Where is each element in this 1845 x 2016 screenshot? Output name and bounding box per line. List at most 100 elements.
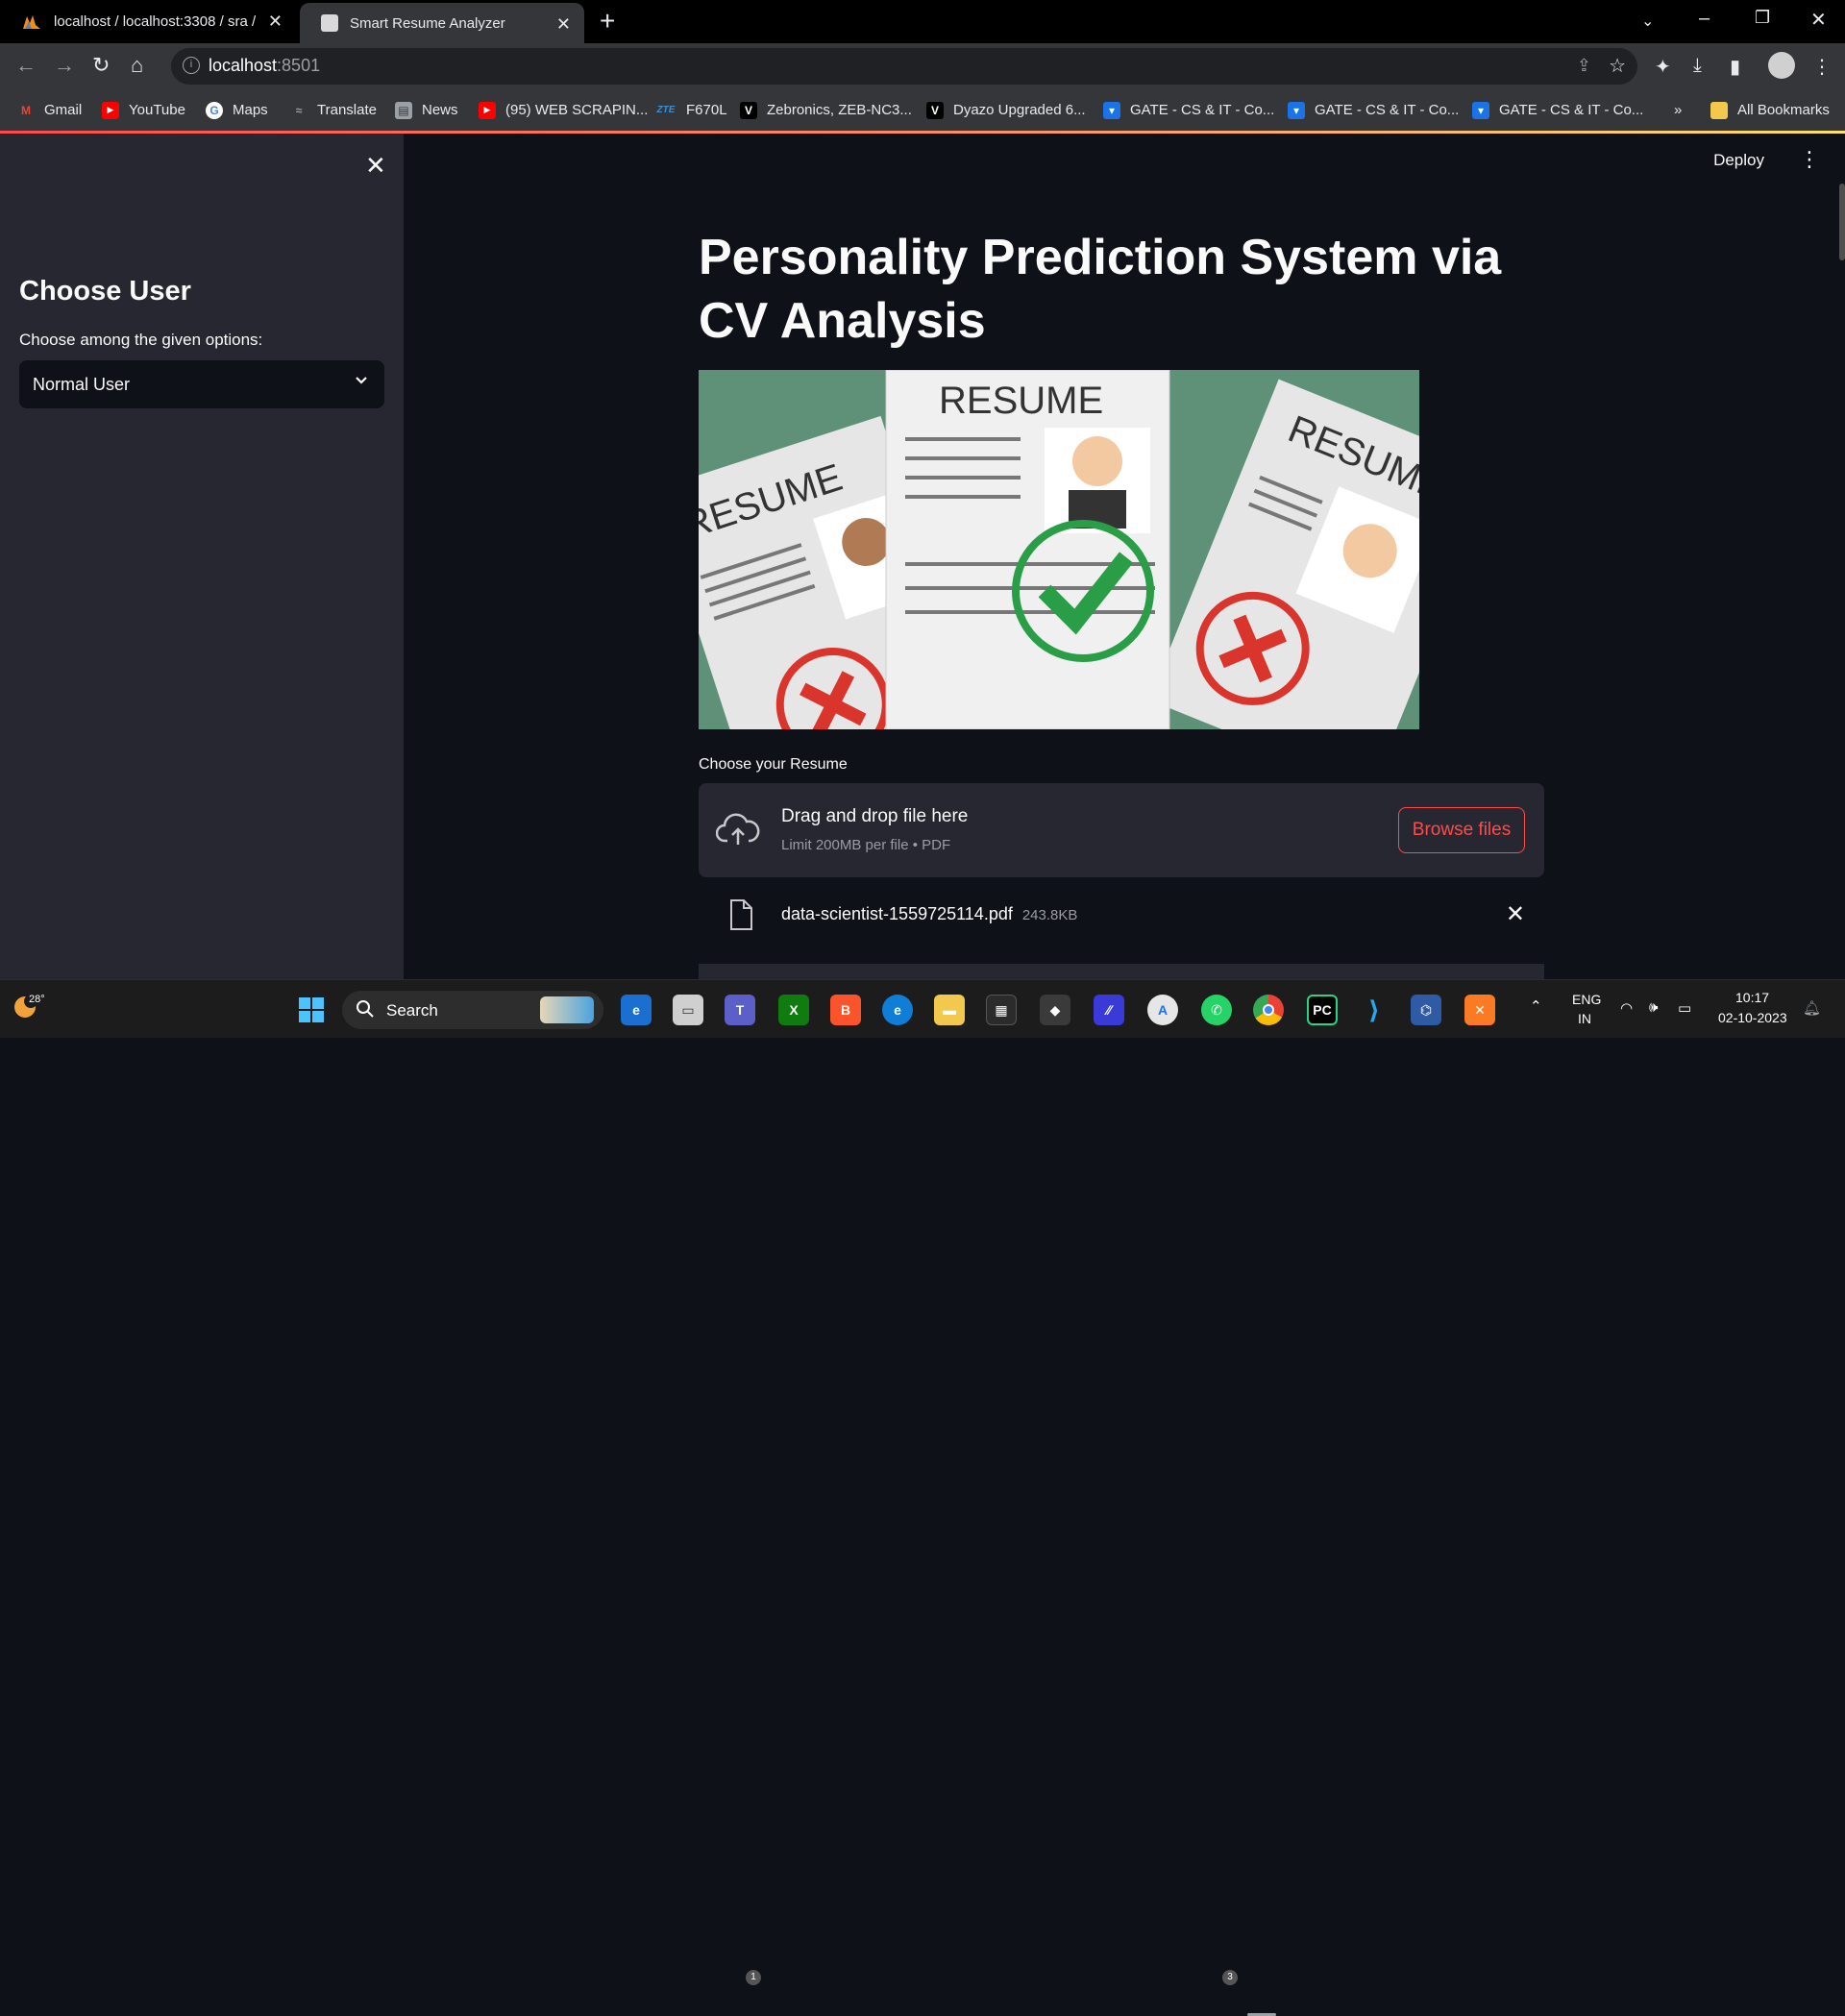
tab-smart-resume-analyzer[interactable]: Smart Resume Analyzer ✕: [300, 3, 584, 43]
clock-date[interactable]: 02-10-2023: [1718, 1010, 1787, 1025]
select-value: Normal User: [33, 375, 131, 394]
sidebar-title: Choose User: [19, 276, 191, 307]
wifi-icon[interactable]: ◠: [1620, 999, 1633, 1017]
bookmark-item[interactable]: ▾ GATE - CS & IT - Co...: [1288, 89, 1459, 131]
close-sidebar-icon[interactable]: ✕: [365, 151, 386, 181]
v-icon: V: [926, 101, 944, 119]
resume-banner-image: RESUME RESUME RESUME: [699, 370, 1419, 729]
user-type-select[interactable]: Normal User: [19, 360, 384, 408]
all-bookmarks-folder[interactable]: All Bookmarks: [1710, 89, 1830, 131]
notification-bell-icon[interactable]: 🔔︎: [1803, 999, 1821, 1017]
chrome-menu-icon[interactable]: ⋮: [1812, 55, 1832, 79]
translate-icon: ≈: [295, 103, 303, 117]
minimize-button[interactable]: –: [1699, 8, 1710, 30]
browser-tab-bar: localhost / localhost:3308 / sra / ✕ Sma…: [0, 0, 1845, 43]
uploaded-file-name: data-scientist-1559725114.pdf 243.8KB: [781, 904, 1078, 923]
site-info-icon[interactable]: i: [183, 57, 200, 74]
xampp-icon[interactable]: ✕: [1464, 995, 1495, 1025]
windows-start-icon[interactable]: [296, 995, 327, 1025]
address-bar[interactable]: i ⇪ ☆: [171, 48, 1637, 85]
bookmark-item[interactable]: ▾ GATE - CS & IT - Co...: [1472, 89, 1643, 131]
teams-icon[interactable]: T: [725, 995, 755, 1025]
xbox-icon[interactable]: X: [778, 995, 809, 1025]
volume-icon[interactable]: 🕪: [1649, 999, 1658, 1016]
cloud-upload-icon: [715, 810, 760, 853]
math-app-icon[interactable]: ∕∕: [1094, 995, 1124, 1025]
bookmark-item[interactable]: ▶ (95) WEB SCRAPIN...: [479, 89, 648, 131]
download-icon[interactable]: ⤓: [1693, 55, 1702, 77]
page-title: Personality Prediction System via CV Ana…: [699, 230, 1502, 349]
bookmark-item[interactable]: ▶ YouTube: [102, 89, 185, 131]
search-icon: [356, 999, 375, 1023]
close-tab-icon[interactable]: ✕: [556, 14, 571, 35]
weather-temp: 28°: [29, 994, 45, 1005]
chrome-icon[interactable]: [1253, 995, 1284, 1025]
battery-icon[interactable]: ▭: [1678, 999, 1691, 1017]
close-window-button[interactable]: ✕: [1810, 8, 1827, 32]
brave-icon[interactable]: B: [830, 995, 861, 1025]
bookmark-item[interactable]: ▤ News: [395, 89, 458, 131]
file-explorer-icon[interactable]: ▬: [934, 995, 965, 1025]
share-icon[interactable]: ⇪: [1577, 56, 1591, 76]
chevron-up-icon[interactable]: ⌃: [1530, 997, 1542, 1015]
bookmark-item[interactable]: M Gmail: [17, 89, 82, 131]
task-view-icon[interactable]: ▭: [673, 995, 703, 1025]
tab-title: localhost / localhost:3308 / sra /: [54, 13, 256, 30]
close-tab-icon[interactable]: ✕: [268, 12, 283, 32]
youtube-icon: ▶: [102, 101, 119, 119]
select-label: Choose among the given options:: [19, 331, 263, 349]
side-panel-icon[interactable]: ▮: [1730, 55, 1740, 79]
bookmark-item[interactable]: ≈ Translate: [290, 89, 377, 131]
vscode-icon[interactable]: ⟩: [1359, 995, 1390, 1025]
uploaded-file-size: 243.8KB: [1021, 907, 1078, 923]
gate-icon: ▾: [1103, 101, 1120, 119]
taskbar-search[interactable]: Search: [342, 991, 603, 1029]
language-region: IN: [1578, 1011, 1591, 1026]
unity-icon[interactable]: ◆: [1040, 995, 1070, 1025]
folder-icon: [1710, 101, 1728, 119]
resume-favicon-icon: [321, 14, 338, 32]
sidebar: ✕ Choose User Choose among the given opt…: [0, 134, 404, 979]
extensions-icon[interactable]: ✦: [1655, 55, 1671, 79]
app-store-icon[interactable]: A: [1147, 995, 1178, 1025]
bookmark-item[interactable]: ▾ GATE - CS & IT - Co...: [1103, 89, 1274, 131]
edge-preview-icon[interactable]: e: [621, 995, 652, 1025]
bookmarks-bar: M Gmail ▶ YouTube G Maps ≈ Translate ▤ News ▶…: [0, 89, 1845, 131]
main-content: Deploy ⋮ Personality Prediction System v…: [404, 134, 1845, 979]
bookmark-item[interactable]: ZTE F670L: [655, 89, 727, 131]
bookmark-item[interactable]: V Dyazo Upgraded 6...: [926, 89, 1086, 131]
tab-search-icon[interactable]: ⌄: [1641, 12, 1654, 31]
bookmark-item[interactable]: V Zebronics, ZEB-NC3...: [740, 89, 912, 131]
new-tab-button[interactable]: +: [600, 6, 615, 37]
bookmark-star-icon[interactable]: ☆: [1609, 54, 1626, 78]
taskbar: 28° Search e ▭ T 1 X B e ▬ ▦ ◆ ∕∕ A ✆ 3 …: [0, 979, 1845, 2016]
pycharm-icon[interactable]: PC: [1307, 995, 1338, 1025]
next-content-block: [699, 964, 1544, 979]
whatsapp-badge: 3: [1222, 1970, 1238, 1985]
reload-icon[interactable]: ↻: [92, 53, 110, 78]
clock-time[interactable]: 10:17: [1735, 990, 1769, 1005]
gate-icon: ▾: [1472, 101, 1489, 119]
scrollbar[interactable]: [1839, 184, 1845, 260]
whatsapp-icon[interactable]: ✆: [1201, 995, 1232, 1025]
mysql-workbench-icon[interactable]: ⌬: [1411, 995, 1441, 1025]
restore-button[interactable]: ❐: [1755, 8, 1770, 28]
browse-files-button[interactable]: Browse files: [1398, 807, 1525, 853]
language-indicator[interactable]: ENG: [1572, 992, 1601, 1007]
edge-icon[interactable]: e: [882, 995, 913, 1025]
microsoft-store-icon[interactable]: ▦: [986, 995, 1017, 1025]
file-dropzone[interactable]: Drag and drop file here Limit 200MB per …: [699, 783, 1544, 877]
zte-icon: ZTE: [656, 105, 676, 115]
uploader-label: Choose your Resume: [699, 756, 848, 773]
back-arrow-icon[interactable]: ←: [15, 53, 37, 78]
remove-file-icon[interactable]: ✕: [1506, 900, 1525, 928]
forward-arrow-icon[interactable]: →: [54, 53, 75, 78]
profile-avatar[interactable]: [1768, 52, 1795, 79]
deploy-button[interactable]: Deploy: [1713, 151, 1764, 170]
bookmark-item[interactable]: G Maps: [206, 89, 268, 131]
uploaded-file-row: data-scientist-1559725114.pdf 243.8KB ✕: [699, 893, 1544, 941]
tab-phpmyadmin[interactable]: localhost / localhost:3308 / sra / ✕: [0, 0, 296, 43]
more-bookmarks-button[interactable]: »: [1674, 89, 1682, 131]
home-icon[interactable]: ⌂: [131, 53, 143, 78]
main-menu-icon[interactable]: ⋮: [1799, 147, 1820, 172]
